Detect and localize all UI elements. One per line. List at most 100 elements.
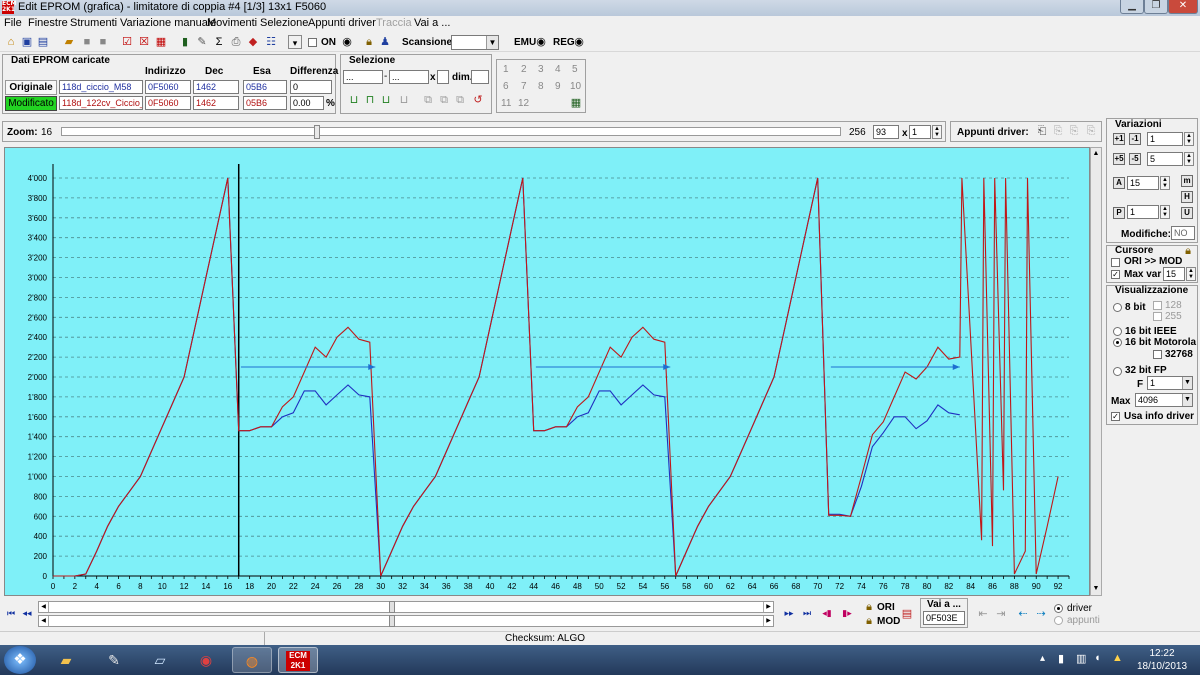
clip-add-icon[interactable]: ⎗ — [1035, 124, 1049, 138]
chart-vertical-scrollbar[interactable]: ▲ ▼ — [1090, 147, 1102, 596]
select-clear-icon[interactable]: ⊔ — [397, 93, 411, 107]
prev-icon[interactable]: ◂◂ — [20, 606, 34, 620]
copy-sel-icon[interactable]: ⧉ — [421, 93, 435, 107]
clip-paste-icon[interactable]: ⎘ — [1067, 124, 1081, 138]
numpad-8[interactable]: 8 — [538, 81, 544, 92]
menu-finestre[interactable]: Finestre — [28, 17, 68, 29]
selezione-from-field[interactable]: ... — [343, 70, 383, 84]
top-scroll-left-icon[interactable]: ◀ — [39, 602, 49, 612]
radio-appunti[interactable] — [1054, 616, 1063, 625]
variazioni-v4-spinner[interactable]: ▲ ▼ — [1160, 205, 1170, 219]
numpad-12[interactable]: 12 — [518, 98, 529, 109]
ori-label[interactable]: ORI — [877, 602, 895, 613]
usa-info-checkbox[interactable]: ✓ — [1111, 412, 1120, 421]
radio-32fp[interactable] — [1113, 367, 1122, 376]
close-button[interactable]: ✕ — [1168, 0, 1198, 14]
modificato-diff-field[interactable]: 0.00 — [290, 96, 324, 110]
var-a-button[interactable]: A — [1113, 177, 1125, 189]
next-icon[interactable]: ▸▸ — [782, 606, 796, 620]
ori-lock-icon[interactable]: 🔒︎ — [862, 600, 876, 614]
start-button-icon[interactable]: ❖ — [4, 646, 36, 674]
selezione-x-field[interactable] — [437, 70, 449, 84]
chk-128[interactable] — [1153, 301, 1162, 310]
originale-file-field[interactable]: 118d_ciccio_M58 — [59, 80, 143, 94]
mod-lock-icon[interactable]: 🔒︎ — [862, 614, 876, 628]
home-icon[interactable]: ⌂ — [4, 35, 18, 49]
print-icon[interactable]: ⎙ — [229, 35, 243, 49]
top-scroll-right-icon[interactable]: ▶ — [763, 602, 773, 612]
originale-diff-field[interactable]: 0 — [290, 80, 332, 94]
modificato-esa-field[interactable]: 05B6 — [243, 96, 287, 110]
chk-32768[interactable] — [1153, 350, 1162, 359]
menu-strumenti[interactable]: Strumenti — [70, 17, 117, 29]
chart-svg[interactable]: 02004006008001'0001'2001'4001'6001'8002'… — [5, 148, 1091, 597]
clip-delete-icon[interactable]: ⎘ — [1084, 124, 1098, 138]
tray-network-icon[interactable]: ▥ — [1076, 652, 1086, 665]
bottom-scroll-right-icon[interactable]: ▶ — [763, 616, 773, 626]
numpad-10[interactable]: 10 — [570, 81, 581, 92]
var-minus1-button[interactable]: -1 — [1129, 133, 1141, 145]
prev-diff-icon[interactable]: ◂▮ — [820, 606, 834, 620]
numpad-11[interactable]: 11 — [501, 98, 511, 109]
numpad-7[interactable]: 7 — [521, 81, 527, 92]
selezione-dim-field[interactable] — [471, 70, 489, 84]
max-dropdown-icon[interactable]: ▼ — [1182, 394, 1192, 406]
originale-dec-field[interactable]: 1462 — [193, 80, 239, 94]
originale-button[interactable]: Originale — [5, 80, 57, 95]
clock-time[interactable]: 12:22 — [1138, 648, 1186, 659]
numpad-5[interactable]: 5 — [572, 64, 578, 75]
menu-appunti-driver[interactable]: Appunti driver — [308, 17, 376, 29]
edit-icon[interactable]: ✎ — [195, 35, 209, 49]
ori-mod-checkbox[interactable] — [1111, 258, 1120, 267]
save-as-icon[interactable]: ■ — [96, 35, 110, 49]
zoom-value-field[interactable]: 93 — [873, 125, 899, 139]
originale-indirizzo-field[interactable]: 0F5060 — [145, 80, 191, 94]
top-position-scrollbar[interactable]: ◀ ▶ — [38, 601, 774, 613]
check-icon[interactable]: ☑ — [120, 35, 134, 49]
variazioni-v2-spinner[interactable]: ▲ ▼ — [1184, 152, 1194, 166]
menu-traccia[interactable]: Traccia — [376, 17, 412, 29]
numpad-3[interactable]: 3 — [538, 64, 544, 75]
chrome-icon[interactable]: ◉ — [186, 647, 226, 673]
reg-indicator-icon[interactable]: ◉ — [572, 35, 586, 49]
radio-8bit[interactable] — [1113, 303, 1122, 312]
bottom-position-scrollbar[interactable]: ◀ ▶ — [38, 615, 774, 627]
explorer-icon[interactable]: ▰ — [46, 647, 86, 673]
menu-vai-a[interactable]: Vai a ... — [414, 17, 450, 29]
zoom-slider[interactable] — [61, 125, 841, 139]
lock-icon[interactable]: 🔒︎ — [362, 35, 376, 49]
menu-movimenti[interactable]: Movimenti — [207, 17, 257, 29]
modificato-indirizzo-field[interactable]: 0F5060 — [145, 96, 191, 110]
vai-a-field[interactable]: 0F503E — [923, 611, 965, 625]
variazioni-v3-field[interactable]: 15 — [1127, 176, 1159, 190]
variazioni-v2-field[interactable]: 5 — [1147, 152, 1183, 166]
bottom-scroll-left-icon[interactable]: ◀ — [39, 616, 49, 626]
undo-icon[interactable]: ↺ — [471, 93, 485, 107]
goto-start-icon[interactable]: ⇤ — [976, 607, 990, 621]
menu-variazione-manuale[interactable]: Variazione manuale — [120, 17, 216, 29]
radio-16ieee[interactable] — [1113, 327, 1122, 336]
window-icon[interactable]: ▣ — [20, 35, 34, 49]
var-h-button[interactable]: H — [1181, 191, 1193, 203]
modificato-file-field[interactable]: 118d_122cv_Ciccio_4 — [59, 96, 143, 110]
open-folder-icon[interactable]: ▰ — [62, 35, 76, 49]
chk-255[interactable] — [1153, 312, 1162, 321]
zoom-mult-field[interactable]: 1 — [909, 125, 931, 139]
var-p-button[interactable]: P — [1113, 207, 1125, 219]
originale-esa-field[interactable]: 05B6 — [243, 80, 287, 94]
sum-icon[interactable]: Σ — [212, 35, 226, 49]
save-icon[interactable]: ■ — [80, 35, 94, 49]
ecm2k1-taskbar-button[interactable]: ECM 2K1 — [278, 647, 318, 673]
variazioni-v3-spinner[interactable]: ▲ ▼ — [1160, 176, 1170, 190]
book-icon[interactable]: ▮ — [178, 35, 192, 49]
var-plus5-button[interactable]: +5 — [1113, 153, 1125, 165]
export-icon[interactable]: ◆ — [246, 35, 260, 49]
numpad-2[interactable]: 2 — [521, 64, 527, 75]
tray-arrow-icon[interactable]: ▴ — [1040, 653, 1045, 664]
panel-icon[interactable]: ▤ — [36, 35, 50, 49]
selezione-to-field[interactable]: ... — [389, 70, 429, 84]
scroll-down-icon[interactable]: ▼ — [1091, 583, 1101, 595]
paint-icon[interactable]: ✎ — [94, 647, 134, 673]
tray-device-icon[interactable]: ▮ — [1058, 652, 1064, 665]
max-var-field[interactable]: 15 — [1163, 267, 1185, 281]
